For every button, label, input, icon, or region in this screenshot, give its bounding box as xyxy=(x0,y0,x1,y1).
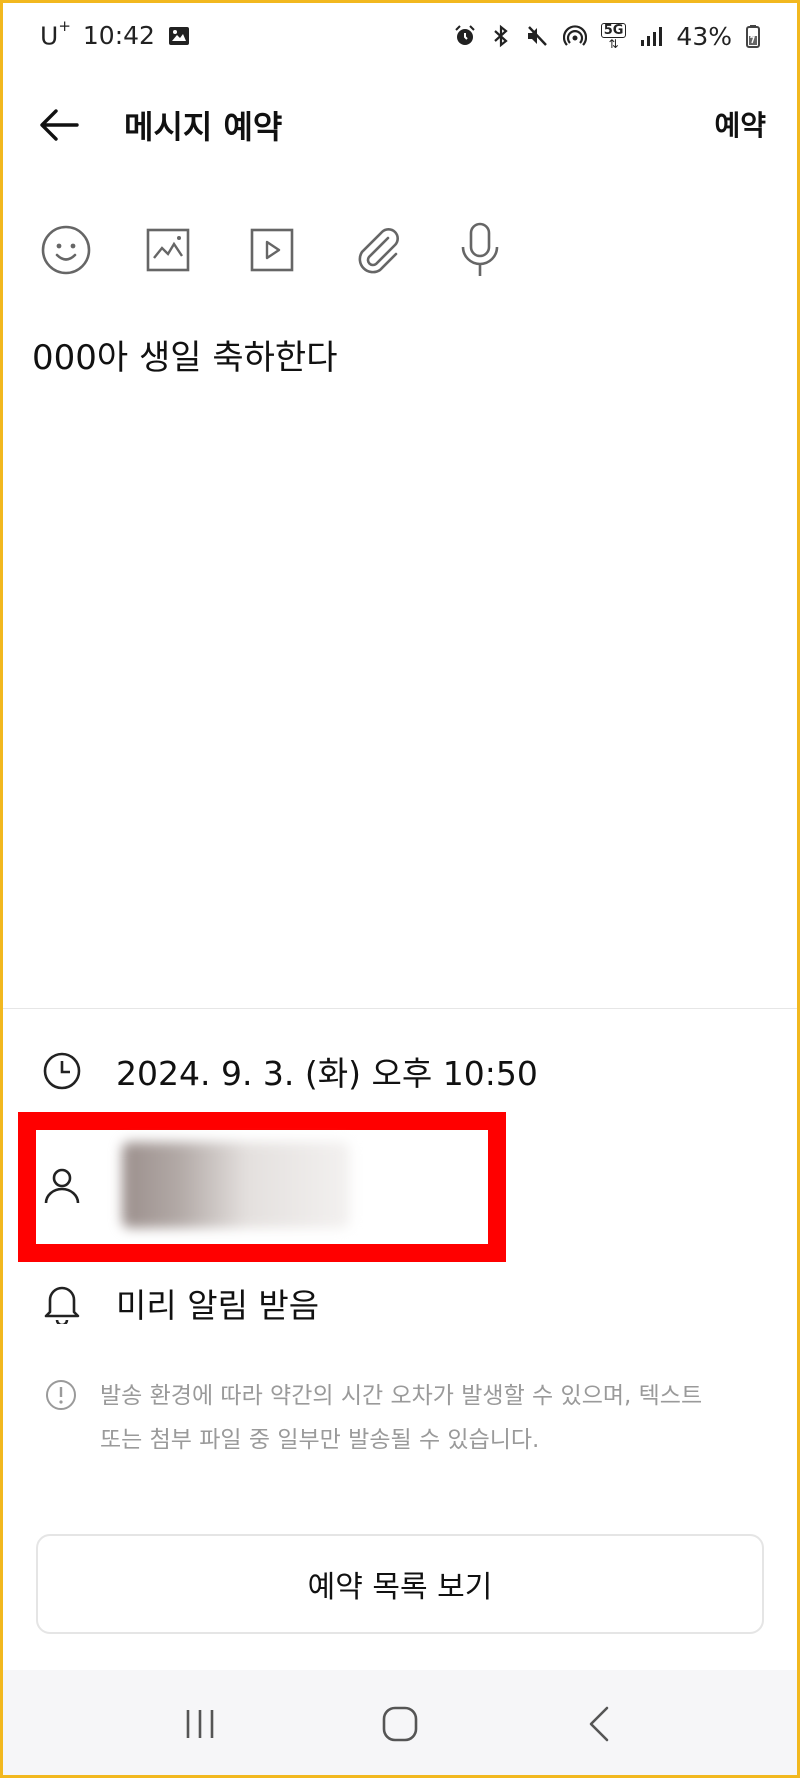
attachment-icon xyxy=(358,228,399,274)
bell-icon xyxy=(44,1286,80,1324)
battery-percent: 43% xyxy=(676,21,732,51)
carrier-label: U+ xyxy=(40,17,71,51)
divider xyxy=(0,1008,800,1009)
message-input[interactable]: 000아 생일 축하한다 xyxy=(32,330,337,379)
bluetooth-icon xyxy=(491,24,511,48)
notify-row[interactable]: 미리 알림 받음 xyxy=(42,1280,319,1326)
attachment-button[interactable] xyxy=(352,218,456,282)
status-time: 10:42 xyxy=(82,21,155,51)
video-icon xyxy=(250,228,294,272)
system-back-button[interactable] xyxy=(555,1679,645,1769)
info-icon xyxy=(46,1380,76,1410)
clock-icon xyxy=(43,1052,81,1090)
emoji-icon xyxy=(41,225,91,275)
home-icon xyxy=(382,1706,418,1742)
microphone-icon xyxy=(461,222,499,276)
emoji-button[interactable] xyxy=(40,218,144,282)
back-button[interactable] xyxy=(36,102,82,148)
image-button[interactable] xyxy=(144,218,248,282)
5g-icon: 5G ⇅ xyxy=(600,22,627,50)
attachment-toolbar xyxy=(40,218,560,282)
recent-apps-button[interactable] xyxy=(155,1679,245,1769)
recent-apps-icon xyxy=(186,1710,214,1738)
signal-icon xyxy=(640,25,663,47)
app-bar: 메시지 예약 예약 xyxy=(0,78,800,170)
hotspot-icon xyxy=(562,24,587,48)
recipient-row[interactable] xyxy=(42,1142,350,1228)
person-icon xyxy=(44,1168,80,1204)
system-nav-bar xyxy=(0,1670,800,1778)
alarm-icon xyxy=(453,24,477,48)
battery-icon xyxy=(746,24,760,48)
status-bar: U+ 10:42 5G ⇅ 43% xyxy=(0,0,800,72)
schedule-time-row[interactable]: 2024. 9. 3. (화) 오후 10:50 xyxy=(42,1048,538,1094)
schedule-datetime: 2024. 9. 3. (화) 오후 10:50 xyxy=(116,1054,538,1093)
mute-icon xyxy=(525,24,549,48)
notify-label: 미리 알림 받음 xyxy=(116,1286,320,1325)
video-button[interactable] xyxy=(248,218,352,282)
arrow-left-icon xyxy=(40,109,79,141)
page-title: 메시지 예약 xyxy=(124,108,283,146)
home-button[interactable] xyxy=(355,1679,445,1769)
gallery-icon xyxy=(167,24,191,48)
notice: 발송 환경에 따라 약간의 시간 오차가 발생할 수 있으며, 텍스트 또는 첨… xyxy=(44,1374,764,1462)
voice-button[interactable] xyxy=(456,218,560,282)
notice-text: 발송 환경에 따라 약간의 시간 오차가 발생할 수 있으며, 텍스트 또는 첨… xyxy=(100,1383,703,1453)
recipient-name-blurred xyxy=(122,1142,350,1228)
reserve-button[interactable]: 예약 xyxy=(714,104,766,144)
view-reservations-button[interactable]: 예약 목록 보기 xyxy=(36,1534,764,1634)
chevron-left-icon xyxy=(589,1706,609,1742)
image-icon xyxy=(146,228,190,272)
